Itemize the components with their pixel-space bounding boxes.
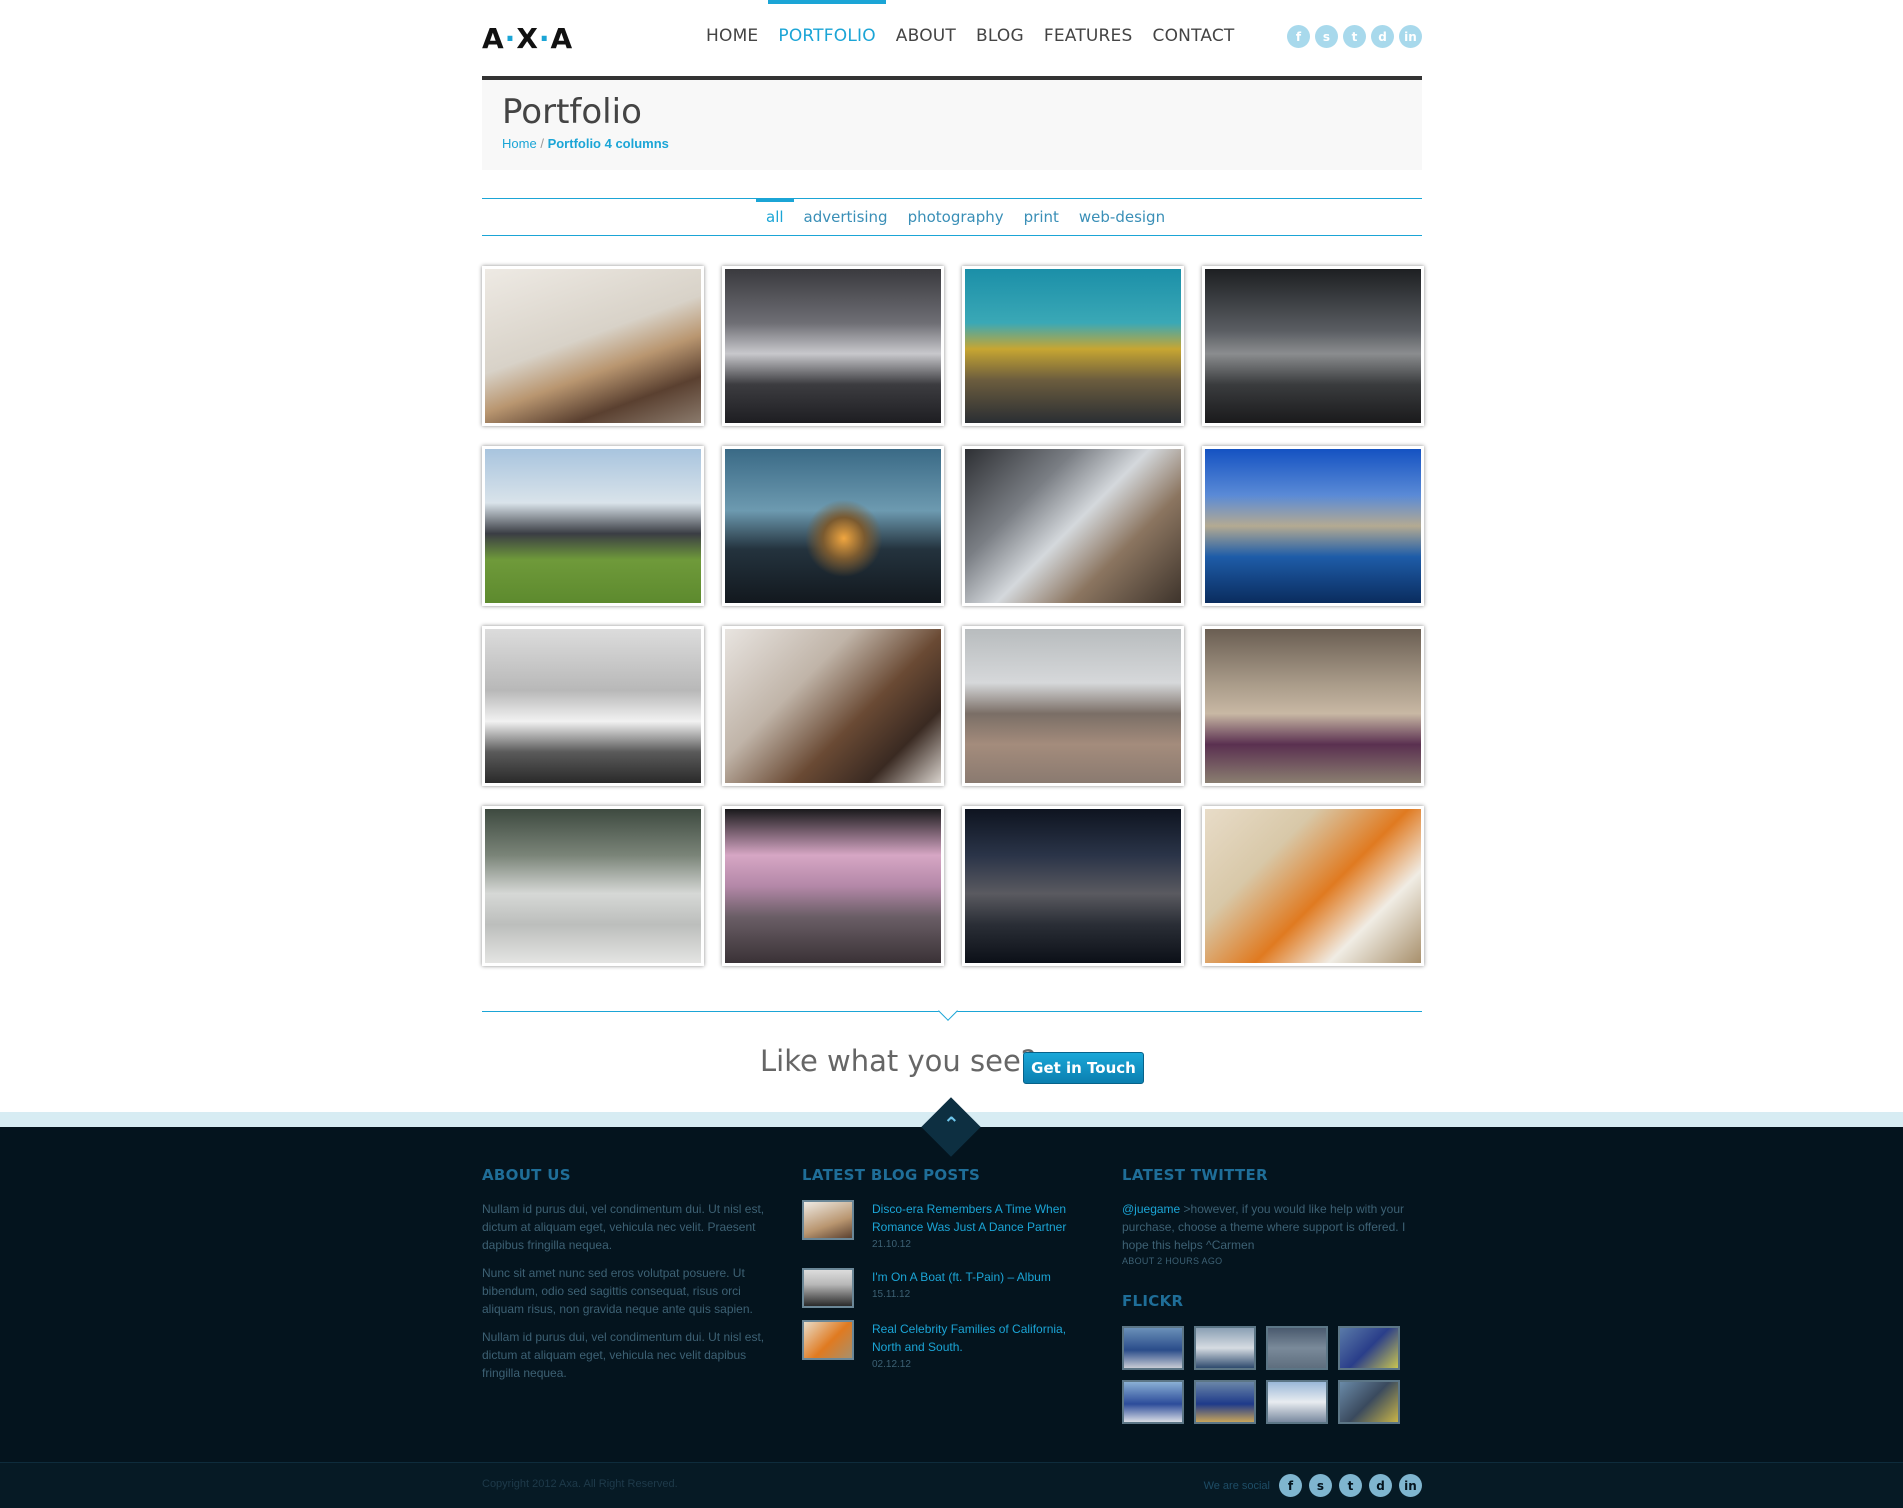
filter-web-design[interactable]: web-design: [1069, 199, 1175, 237]
blog-post-date: 15.11.12: [872, 1289, 911, 1300]
footer-twitter: LATEST TWITTER @juegame >however, if you…: [1122, 1166, 1412, 1424]
footer-bottom-bar: [0, 1462, 1903, 1508]
footer-flickr-heading: FLICKR: [1122, 1292, 1184, 1310]
footer-about: ABOUT US Nullam id purus dui, vel condim…: [482, 1166, 772, 1392]
portfolio-item[interactable]: [722, 806, 944, 966]
flickr-photo[interactable]: [1338, 1326, 1400, 1370]
nav-features[interactable]: FEATURES: [1034, 0, 1143, 76]
portfolio-item[interactable]: [482, 806, 704, 966]
skype-icon[interactable]: s: [1309, 1474, 1332, 1497]
site-header: A·X·A HOME PORTFOLIO ABOUT BLOG FEATURES…: [482, 0, 1422, 76]
blog-post-thumbnail[interactable]: [802, 1320, 854, 1360]
blog-post-title[interactable]: I'm On A Boat (ft. T-Pain) – Album: [872, 1268, 1092, 1286]
main-nav: HOME PORTFOLIO ABOUT BLOG FEATURES CONTA…: [696, 0, 1245, 76]
breadcrumb-home[interactable]: Home: [502, 136, 537, 151]
portfolio-item[interactable]: [962, 806, 1184, 966]
flickr-photo[interactable]: [1338, 1380, 1400, 1424]
portfolio-item[interactable]: [1202, 626, 1424, 786]
facebook-icon[interactable]: f: [1287, 25, 1310, 48]
portfolio-item[interactable]: [1202, 266, 1424, 426]
dribbble-icon[interactable]: d: [1369, 1474, 1392, 1497]
footer-about-text: Nullam id purus dui, vel condimentum dui…: [482, 1202, 765, 1252]
filter-print[interactable]: print: [1014, 199, 1069, 237]
blog-post-thumbnail[interactable]: [802, 1200, 854, 1240]
portfolio-filters: all advertising photography print web-de…: [482, 198, 1422, 236]
portfolio-item[interactable]: [962, 446, 1184, 606]
portfolio-item[interactable]: [962, 266, 1184, 426]
skype-icon[interactable]: s: [1315, 25, 1338, 48]
linkedin-icon[interactable]: in: [1399, 1474, 1422, 1497]
breadcrumb: Home / Portfolio 4 columns: [502, 136, 669, 151]
tweet-handle[interactable]: @juegame: [1122, 1202, 1180, 1216]
portfolio-item[interactable]: [1202, 806, 1424, 966]
portfolio-item[interactable]: [482, 446, 704, 606]
blog-post-date: 21.10.12: [872, 1239, 911, 1250]
cta-text: Like what you see?: [760, 1044, 1037, 1078]
flickr-gallery: [1122, 1326, 1412, 1424]
flickr-photo[interactable]: [1122, 1380, 1184, 1424]
facebook-icon[interactable]: f: [1279, 1474, 1302, 1497]
nav-contact[interactable]: CONTACT: [1143, 0, 1245, 76]
blog-post-item[interactable]: I'm On A Boat (ft. T-Pain) – Album 15.11…: [802, 1268, 1092, 1320]
blog-post-date: 02.12.12: [872, 1359, 911, 1370]
footer-blog-heading: LATEST BLOG POSTS: [802, 1166, 981, 1184]
footer-about-heading: ABOUT US: [482, 1166, 571, 1184]
blog-post-item[interactable]: Real Celebrity Families of California, N…: [802, 1320, 1092, 1378]
portfolio-grid: [482, 266, 1424, 970]
blog-post-title[interactable]: Disco-era Remembers A Time When Romance …: [872, 1200, 1092, 1236]
twitter-icon[interactable]: t: [1343, 25, 1366, 48]
chevron-up-icon[interactable]: ⌃: [943, 1112, 960, 1136]
flickr-photo[interactable]: [1194, 1380, 1256, 1424]
page-title: Portfolio: [502, 92, 642, 132]
filter-all[interactable]: all: [756, 199, 794, 237]
filter-photography[interactable]: photography: [898, 199, 1014, 237]
breadcrumb-separator: /: [540, 136, 544, 151]
flickr-photo[interactable]: [1122, 1326, 1184, 1370]
portfolio-item[interactable]: [722, 446, 944, 606]
breadcrumb-current: Portfolio 4 columns: [547, 136, 669, 151]
portfolio-item[interactable]: [482, 266, 704, 426]
get-in-touch-button[interactable]: Get in Touch: [1023, 1052, 1144, 1084]
page-title-box: Portfolio Home / Portfolio 4 columns: [482, 80, 1422, 170]
tweet: @juegame >however, if you would like hel…: [1122, 1200, 1412, 1254]
footer-twitter-heading: LATEST TWITTER: [1122, 1166, 1268, 1184]
portfolio-item[interactable]: [482, 626, 704, 786]
nav-portfolio[interactable]: PORTFOLIO: [768, 0, 886, 76]
portfolio-item[interactable]: [1202, 446, 1424, 606]
footer-blog: LATEST BLOG POSTS Disco-era Remembers A …: [802, 1166, 1092, 1378]
header-social: f s t d in: [1287, 25, 1422, 48]
footer-social: We are social f s t d in: [1204, 1474, 1422, 1497]
copyright-text: Copyright 2012 Axa. All Right Reserved.: [482, 1478, 678, 1490]
tweet-time: ABOUT 2 HOURS AGO: [1122, 1256, 1223, 1266]
blog-post-thumbnail[interactable]: [802, 1268, 854, 1308]
cta-divider-arrow: [938, 1001, 958, 1021]
dribbble-icon[interactable]: d: [1371, 25, 1394, 48]
nav-blog[interactable]: BLOG: [966, 0, 1034, 76]
site-logo[interactable]: A·X·A: [482, 22, 573, 55]
flickr-photo[interactable]: [1194, 1326, 1256, 1370]
portfolio-item[interactable]: [722, 626, 944, 786]
flickr-photo[interactable]: [1266, 1380, 1328, 1424]
filter-advertising[interactable]: advertising: [794, 199, 898, 237]
blog-post-item[interactable]: Disco-era Remembers A Time When Romance …: [802, 1200, 1092, 1268]
linkedin-icon[interactable]: in: [1399, 25, 1422, 48]
flickr-photo[interactable]: [1266, 1326, 1328, 1370]
blog-post-title[interactable]: Real Celebrity Families of California, N…: [872, 1320, 1092, 1356]
portfolio-item[interactable]: [722, 266, 944, 426]
nav-about[interactable]: ABOUT: [886, 0, 966, 76]
footer-about-text: Nunc sit amet nunc sed eros volutpat pos…: [482, 1266, 753, 1316]
nav-home[interactable]: HOME: [696, 0, 768, 76]
twitter-icon[interactable]: t: [1339, 1474, 1362, 1497]
portfolio-item[interactable]: [962, 626, 1184, 786]
social-label: We are social: [1203, 1479, 1270, 1492]
footer-about-text: Nullam id purus dui, vel condimentum dui…: [482, 1330, 765, 1380]
